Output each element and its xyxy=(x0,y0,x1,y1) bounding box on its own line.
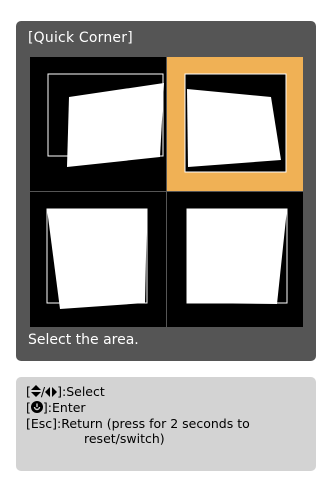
help-row-select: [/]:Select xyxy=(26,384,316,400)
area-top-left[interactable] xyxy=(30,57,166,191)
corner-preview-top-right-icon xyxy=(184,73,287,173)
area-bottom-left[interactable] xyxy=(30,192,166,326)
esc-action-text: :Return (press for 2 seconds to xyxy=(57,416,250,431)
help-row-esc: [Esc]:Return (press for 2 seconds to res… xyxy=(26,416,316,446)
select-action-text: :Select xyxy=(62,384,105,399)
grid-divider-horizontal xyxy=(30,191,303,192)
enter-action-text: :Enter xyxy=(47,400,86,415)
panel-title: [Quick Corner] xyxy=(28,30,133,46)
help-row-enter: []:Enter xyxy=(26,400,316,416)
area-top-right[interactable] xyxy=(167,57,303,191)
enter-icon xyxy=(30,401,43,416)
area-bottom-right[interactable] xyxy=(167,192,303,326)
help-box: [/]:Select []:Enter [Esc]:Return (press … xyxy=(16,377,316,471)
corner-preview-bottom-left-icon xyxy=(46,208,148,309)
esc-key-label: [Esc] xyxy=(26,416,58,431)
esc-action-text-cont: reset/switch) xyxy=(84,431,165,446)
area-grid xyxy=(30,57,303,327)
status-text: Select the area. xyxy=(28,332,139,348)
corner-preview-top-left-icon xyxy=(47,73,164,167)
corner-preview-bottom-right-icon xyxy=(186,208,288,304)
grid-divider-vertical xyxy=(166,57,167,327)
left-right-arrow-icon xyxy=(45,385,58,400)
up-down-arrow-icon xyxy=(30,385,41,400)
quick-corner-panel: [Quick Corner] Select the area. xyxy=(16,21,316,361)
